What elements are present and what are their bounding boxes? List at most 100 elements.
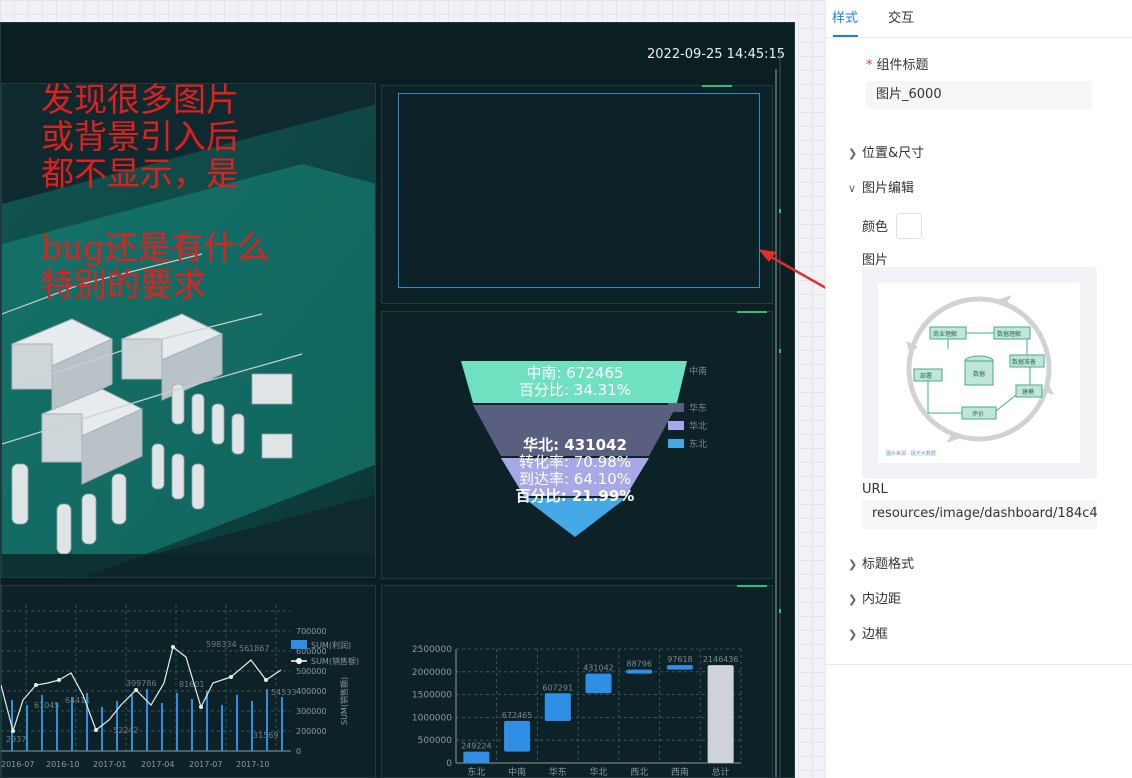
section-title-format[interactable]: ❯ 标题格式 xyxy=(848,553,914,572)
color-swatch[interactable] xyxy=(896,213,922,239)
funnel-label-mid-pct: 百分比: 21.99% xyxy=(516,487,635,505)
bar-value-label: 607291 xyxy=(543,683,574,692)
point-label: 399786 xyxy=(126,679,157,688)
corner-accent xyxy=(702,85,732,87)
funnel-label-top-pct: 百分比: 34.31% xyxy=(519,381,631,399)
funnel-label-mid-name: 华北: 431042 xyxy=(523,436,627,454)
y-tick: 1500000 xyxy=(412,691,452,701)
diagram-node: 数据理解 xyxy=(997,330,1021,338)
y-tick: 500000 xyxy=(418,736,453,746)
diagram-caption: 图片来源 · 极光大数据 xyxy=(886,450,936,457)
legend-swatch-profit xyxy=(291,640,307,649)
image-label: 图片 xyxy=(862,253,889,268)
diagram-node: 评价 xyxy=(972,410,984,418)
point-label: 561867 xyxy=(239,644,270,653)
diagram-node: 部署 xyxy=(920,372,932,380)
thumbnail-preview: 商业理解 数据理解 数据准备 数据 建模 评价 部署 图片来源 · 极光大数据 xyxy=(878,283,1080,463)
x-tick: 西南 xyxy=(671,766,689,778)
url-input[interactable]: resources/image/dashboard/184c4fc xyxy=(862,500,1097,529)
image-thumbnail[interactable]: 商业理解 数据理解 数据准备 数据 建模 评价 部署 图片来源 · 极光大数据 xyxy=(862,267,1097,479)
legend-label: 中南 xyxy=(689,365,707,377)
waterfall-bar xyxy=(585,673,612,694)
x-tick: 2017-10 xyxy=(236,760,269,769)
point-label: 81601 xyxy=(179,680,204,689)
tab-interaction[interactable]: 交互 xyxy=(888,7,914,26)
bar-value-label: 88796 xyxy=(626,660,651,669)
legend-label: SUM(销售额) xyxy=(311,656,359,666)
combo-chart: 2937 81601 598334 561867 61045 64411 522… xyxy=(1,605,359,769)
section-padding[interactable]: ❯ 内边距 xyxy=(848,588,901,607)
y-tick: 300000 xyxy=(296,707,327,716)
point-label: 54533 xyxy=(271,688,296,697)
y-tick: 2000000 xyxy=(412,668,452,678)
chevron-down-icon: ∨ xyxy=(848,182,857,195)
diagram-node: 商业理解 xyxy=(933,330,957,338)
chevron-right-icon: ❯ xyxy=(848,593,858,606)
point-label: 52242 xyxy=(113,726,138,735)
x-tick: 东北 xyxy=(467,766,485,778)
x-tick: 华东 xyxy=(549,766,567,778)
waterfall-chart: 249224 672465 607291 431042 88796 97618 214643… xyxy=(412,645,742,778)
y-tick: 700000 xyxy=(296,627,327,636)
x-tick: 2017-04 xyxy=(141,760,174,769)
point-label: 64411 xyxy=(65,696,90,705)
x-tick: 西北 xyxy=(630,767,648,778)
funnel-label-top-name: 中南: 672465 xyxy=(526,364,623,382)
y-tick: 500000 xyxy=(296,667,327,676)
active-tab-indicator xyxy=(833,35,858,37)
waterfall-bar xyxy=(666,665,693,670)
funnel-chart: 中南: 672465 百分比: 34.31% 华北: 431042 转化率: 7… xyxy=(461,361,707,537)
y-tick: 2500000 xyxy=(412,645,452,655)
section-border[interactable]: ❯ 边框 xyxy=(848,623,888,642)
x-tick: 2017-07 xyxy=(189,760,222,769)
panel-divider xyxy=(826,664,1132,665)
component-title-input[interactable]: 图片_6000 xyxy=(866,81,1092,109)
props-tabs: 样式 交互 xyxy=(826,0,1132,38)
bar-value-label: 672465 xyxy=(502,711,533,720)
waterfall-bar xyxy=(504,720,531,752)
bar-value-label: 2146436 xyxy=(703,655,739,664)
x-tick: 2016-07 xyxy=(1,760,34,769)
properties-panel: 样式 交互 * 组件标题 图片_6000 ❯ 位置&尺寸 ∨ 图片编辑 颜色 图片 商… xyxy=(825,0,1132,778)
bar-value-label: 249224 xyxy=(461,742,492,751)
y-tick: 200000 xyxy=(296,727,327,736)
url-label: URL xyxy=(862,482,888,497)
section-image-edit[interactable]: ∨ 图片编辑 xyxy=(848,177,914,196)
legend-label: 华东 xyxy=(689,402,707,414)
chevron-right-icon: ❯ xyxy=(848,147,858,160)
required-mark: * xyxy=(866,58,873,73)
dashboard-screen: 2022-09-25 14:45:15 发现很多图片 或背景引入后 都不显示，是… xyxy=(0,22,795,778)
y-tick: 0 xyxy=(446,759,452,769)
waterfall-bar xyxy=(626,669,653,674)
x-tick: 2017-01 xyxy=(93,760,126,769)
selected-image-frame[interactable] xyxy=(398,93,760,288)
annotation-note: 发现很多图片 或背景引入后 都不显示，是 bug还是有什么 特别的要求 xyxy=(41,80,270,304)
y-tick: 0 xyxy=(296,747,301,756)
y-axis-label: SUM(销售额) xyxy=(339,677,349,725)
timestamp: 2022-09-25 14:45:15 xyxy=(647,47,786,62)
waterfall-bar xyxy=(463,751,490,763)
chevron-right-icon: ❯ xyxy=(848,558,858,571)
legend-label: 东北 xyxy=(689,438,707,450)
diagram-node: 数据 xyxy=(973,370,985,378)
point-label: 2937 xyxy=(6,735,26,744)
diagram-node: 建模 xyxy=(1022,388,1034,396)
x-tick: 总计 xyxy=(712,766,730,778)
bar-value-label: 431042 xyxy=(583,664,614,673)
diagram-node: 数据准备 xyxy=(1012,358,1036,366)
legend-label: 华北 xyxy=(689,420,707,432)
x-tick: 华北 xyxy=(589,766,607,778)
waterfall-bar xyxy=(544,693,571,721)
funnel-label-mid-reach: 到达率: 64.10% xyxy=(519,470,631,488)
bar-value-label: 97618 xyxy=(667,655,692,664)
component-title-label: * 组件标题 xyxy=(866,58,929,73)
point-label: 31569 xyxy=(253,731,278,740)
section-position-size[interactable]: ❯ 位置&尺寸 xyxy=(848,142,924,161)
crisp-dm-diagram: 商业理解 数据理解 数据准备 数据 建模 评价 部署 图片来源 · 极光大数据 xyxy=(886,295,1054,457)
tab-style[interactable]: 样式 xyxy=(832,7,858,26)
funnel-label-mid-conv: 转化率: 70.98% xyxy=(519,453,631,471)
legend-label: SUM(利润) xyxy=(311,640,351,650)
x-tick: 中南 xyxy=(508,766,526,778)
waterfall-bar xyxy=(707,665,734,763)
x-tick: 2016-10 xyxy=(46,760,79,769)
